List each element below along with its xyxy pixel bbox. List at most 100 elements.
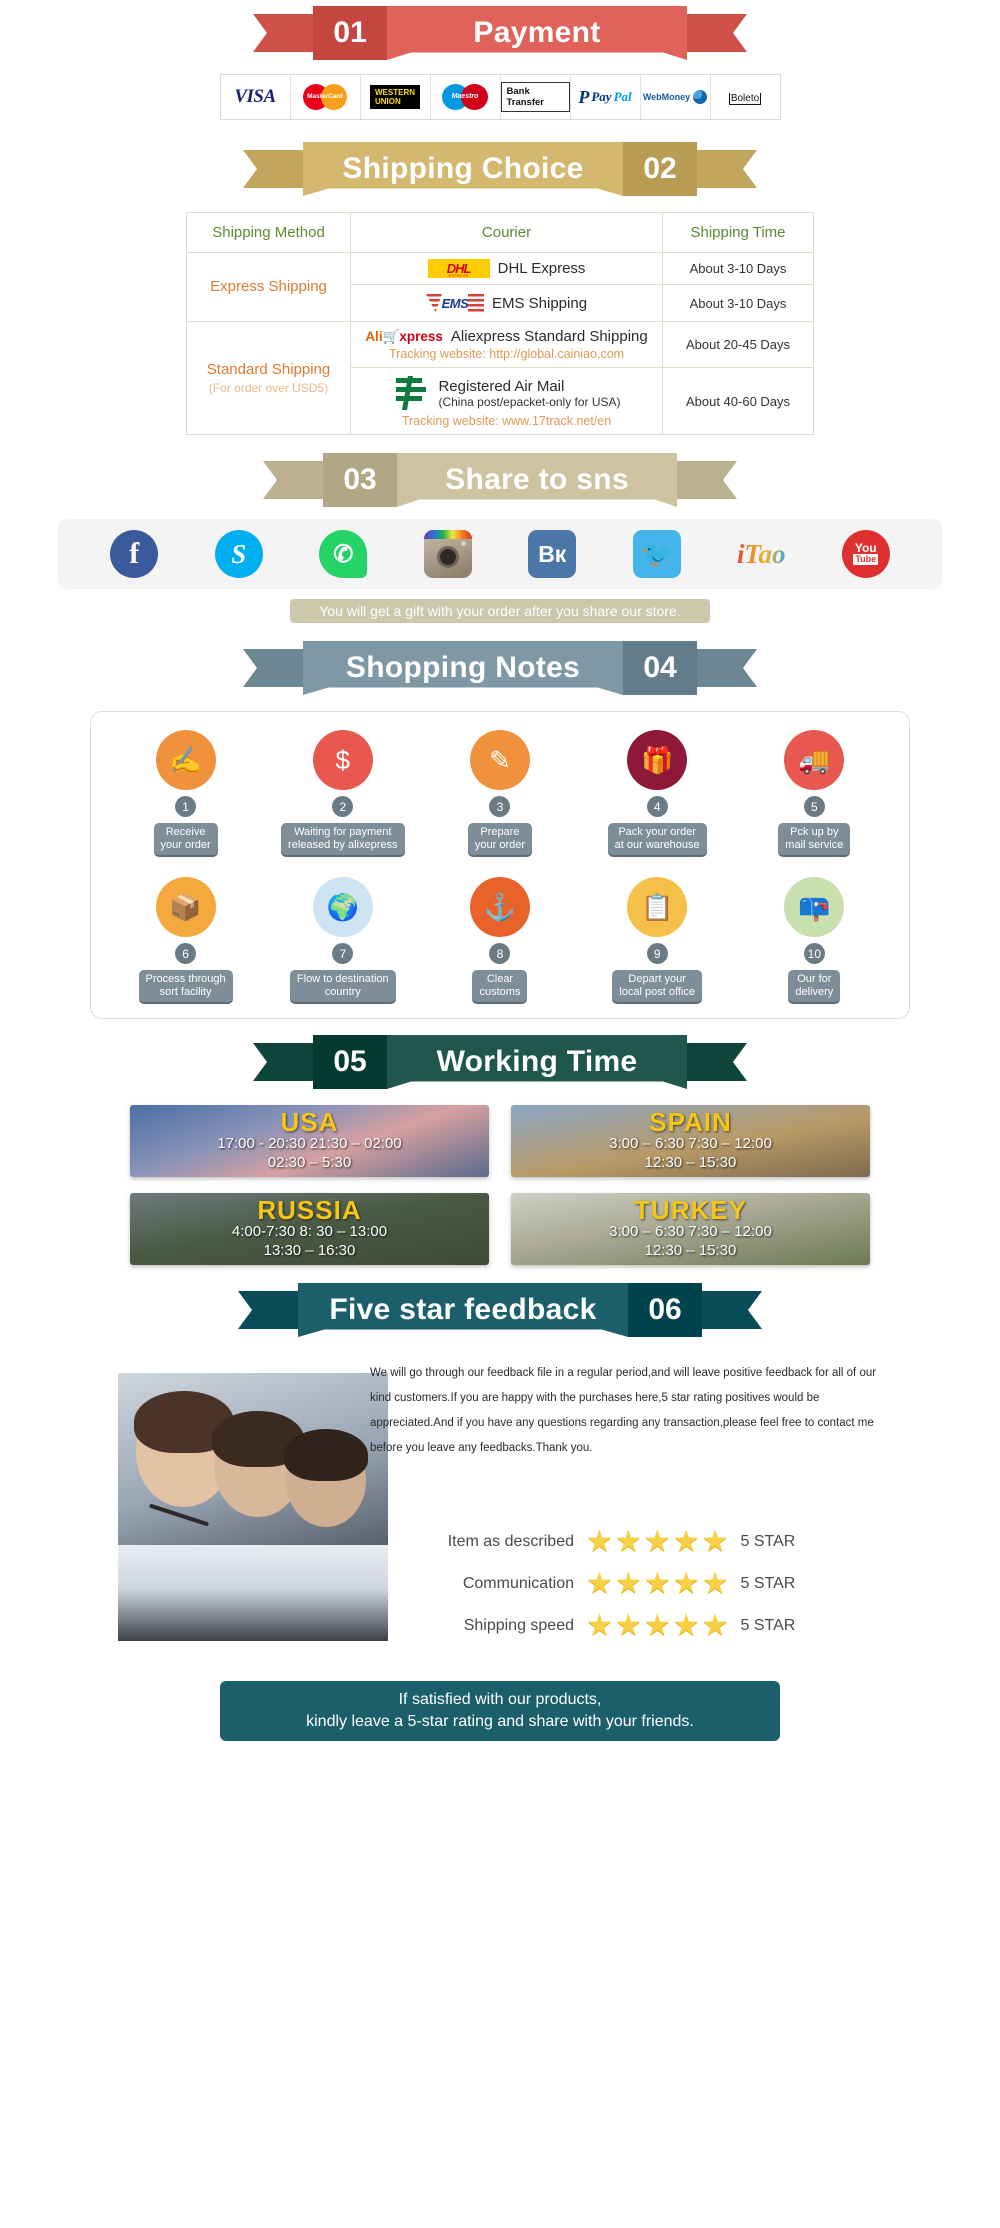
youtube-icon[interactable]: You Tube bbox=[841, 530, 890, 578]
ribbon-tail-left bbox=[243, 150, 303, 188]
tracking-link-17track[interactable]: Tracking website: www.17track.net/en bbox=[355, 414, 658, 428]
tracking-link-cainiao[interactable]: Tracking website: http://global.cainiao.… bbox=[355, 347, 658, 361]
working-time-card-russia: RUSSIA 4:00-7:30 8: 30 – 13:00 13:30 – 16:… bbox=[130, 1193, 489, 1265]
document-pen-icon: ✎ bbox=[469, 730, 530, 790]
section-shopping-notes: Shopping Notes 04 ✍ 1 Receive your order $2 W… bbox=[0, 641, 1000, 1019]
ribbon-tail-right bbox=[687, 14, 747, 52]
cta-line-2: kindly leave a 5-star rating and share w… bbox=[306, 1713, 694, 1730]
star-icon: ★ bbox=[614, 1567, 642, 1600]
itao-icon[interactable]: iTao bbox=[737, 530, 786, 578]
cell-courier-ems: EMS EMS Shipping bbox=[350, 284, 664, 322]
star-icon: ★ bbox=[701, 1609, 729, 1642]
shopping-note-step: 🎁 4 Pack your order at our warehouse bbox=[582, 730, 732, 855]
star-icon: ★ bbox=[701, 1567, 729, 1600]
notes-title: Shopping Notes bbox=[345, 651, 581, 684]
working-time-card-turkey: TURKEY 3:00 – 6:30 7:30 – 12:00 12:30 – 15… bbox=[511, 1193, 870, 1265]
feedback-number-badge: 06 bbox=[628, 1283, 702, 1337]
boleto-logo: Boleto bbox=[728, 93, 762, 105]
cell-time-aliexpress: About 20-45 Days bbox=[662, 321, 814, 368]
customer-service-photo bbox=[118, 1373, 388, 1641]
step-number: 1 bbox=[175, 796, 197, 817]
star-icon: ★ bbox=[586, 1525, 613, 1558]
rating-row: Communication ★ ★ ★ ★ ★ 5 STAR bbox=[404, 1563, 924, 1605]
shipping-number-badge: 02 bbox=[623, 142, 697, 196]
step-label: Prepare your order bbox=[467, 823, 533, 855]
webmoney-logo: WebMoney bbox=[643, 90, 708, 104]
ribbon-tail-right bbox=[697, 150, 757, 188]
facebook-icon[interactable]: f bbox=[110, 530, 159, 578]
share-ribbon: 03 Share to sns bbox=[0, 453, 1000, 507]
feedback-title-block: Five star feedback bbox=[298, 1283, 628, 1337]
shopping-note-step: 📪 10 Our for delivery bbox=[739, 877, 889, 1002]
customs-anchor-icon: ⚓ bbox=[469, 877, 530, 937]
gift-box-icon: 🎁 bbox=[627, 730, 688, 790]
rating-label: Shipping speed bbox=[463, 1617, 574, 1634]
step-number: 8 bbox=[489, 943, 511, 964]
ribbon-tail-left bbox=[253, 1043, 313, 1081]
star-icon: ★ bbox=[672, 1525, 700, 1558]
section-shipping: Shipping Choice 02 Shipping Method Couri… bbox=[0, 142, 1000, 435]
payment-methods-strip: VISA MasterCard WESTERN UNION Maestro Ba… bbox=[219, 74, 781, 120]
shipping-table: Shipping Method Courier Shipping Time Ex… bbox=[185, 212, 814, 435]
table-header-row: Shipping Method Courier Shipping Time bbox=[185, 212, 814, 253]
step-label: Process through sort facility bbox=[138, 970, 233, 1002]
step-number: 10 bbox=[803, 943, 825, 964]
feedback-ribbon: Five star feedback 06 bbox=[0, 1283, 1000, 1337]
feedback-number: 06 bbox=[648, 1293, 682, 1326]
notes-ribbon: Shopping Notes 04 bbox=[0, 641, 1000, 695]
shipping-number: 02 bbox=[643, 152, 677, 185]
share-gift-note: You will get a gift with your order afte… bbox=[290, 599, 710, 623]
product-description-page: 01 Payment VISA MasterCard WESTERN UNION… bbox=[0, 0, 1000, 2228]
step-label: Waiting for payment released by alixepres… bbox=[281, 823, 405, 855]
notes-number: 04 bbox=[643, 651, 677, 684]
working-time-number: 05 bbox=[333, 1045, 367, 1078]
whatsapp-icon[interactable]: ✆ bbox=[319, 530, 368, 578]
globe-icon: 🌍 bbox=[312, 877, 373, 937]
cell-method-standard: Standard Shipping (For order over USD5) bbox=[185, 321, 352, 435]
section-working-time: 05 Working Time USA 17:00 - 20:30 21:30 –… bbox=[0, 1035, 1000, 1265]
share-number-badge: 03 bbox=[323, 453, 397, 507]
section-feedback: Five star feedback 06 We will go through… bbox=[0, 1283, 1000, 1741]
header-shipping-method: Shipping Method bbox=[185, 212, 352, 253]
table-row: Standard Shipping (For order over USD5) … bbox=[185, 321, 814, 435]
working-time-number-badge: 05 bbox=[313, 1035, 387, 1089]
postman-icon: 📋 bbox=[627, 877, 688, 937]
shipping-title-block: Shipping Choice bbox=[303, 142, 623, 196]
shopping-note-step: 🌍 7 Flow to destination country bbox=[268, 877, 418, 1002]
cell-time-dhl: About 3-10 Days bbox=[662, 252, 814, 285]
payment-method-boleto: Boleto bbox=[711, 75, 780, 119]
skype-icon[interactable]: S bbox=[214, 530, 263, 578]
shipping-title: Shipping Choice bbox=[342, 152, 584, 185]
share-title-block: Share to sns bbox=[397, 453, 677, 507]
social-icons-bar: f S ✆ Вк 🐦 iTao You Tube bbox=[58, 519, 942, 589]
rating-stars: ★ ★ ★ ★ ★ bbox=[586, 1527, 729, 1557]
headset-mic-icon bbox=[148, 1503, 210, 1527]
cell-courier-airmail: Registered Air Mail (China post/epacket-… bbox=[350, 367, 664, 435]
document-hand-icon: ✍ bbox=[155, 730, 216, 790]
instagram-icon[interactable] bbox=[423, 530, 472, 578]
vk-icon[interactable]: Вк bbox=[528, 530, 577, 578]
visa-logo: VISA bbox=[234, 86, 276, 107]
shipping-ribbon: Shipping Choice 02 bbox=[0, 142, 1000, 196]
step-label: Our for delivery bbox=[788, 970, 841, 1002]
parcel-cart-icon: 📦 bbox=[155, 877, 216, 937]
working-hours-line-1: 4:00-7:30 8: 30 – 13:00 bbox=[231, 1223, 388, 1240]
feedback-cta-banner: If satisfied with our products, kindly l… bbox=[220, 1681, 780, 1741]
bank-transfer-logo: Bank Transfer bbox=[500, 82, 570, 112]
working-hours-line-1: 3:00 – 6:30 7:30 – 12:00 bbox=[609, 1135, 772, 1152]
rating-label: Communication bbox=[462, 1575, 574, 1592]
feedback-ratings: Item as described ★ ★ ★ ★ ★ 5 STAR Communicatio… bbox=[404, 1521, 924, 1647]
method-standard-subtext: (For order over USD5) bbox=[208, 381, 329, 396]
shopping-notes-row-bottom: 📦 6 Process through sort facility 🌍 7 Flow to … bbox=[107, 877, 893, 1002]
twitter-icon[interactable]: 🐦 bbox=[632, 530, 681, 578]
star-icon: ★ bbox=[643, 1609, 671, 1642]
header-shipping-time: Shipping Time bbox=[662, 212, 814, 253]
shopping-note-step: 📋 9 Depart your local post office bbox=[582, 877, 732, 1002]
shopping-notes-row-top: ✍ 1 Receive your order $2 Waiting for payment… bbox=[107, 730, 893, 855]
feedback-title: Five star feedback bbox=[329, 1293, 597, 1326]
package-icon: 📪 bbox=[784, 877, 845, 937]
step-label: Pck up by mail service bbox=[778, 823, 851, 855]
star-icon: ★ bbox=[614, 1525, 642, 1558]
ribbon-tail-left bbox=[243, 649, 303, 687]
working-hours-line-2: 02:30 – 5:30 bbox=[267, 1154, 352, 1171]
